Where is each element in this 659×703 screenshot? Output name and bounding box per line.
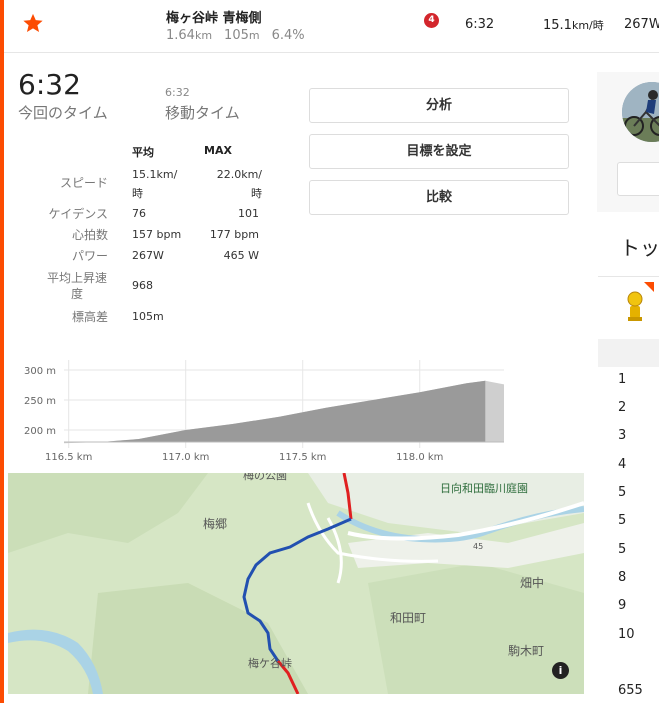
leaderboard-rank: 5 <box>618 542 627 557</box>
top-results-heading: トッ <box>620 236 659 260</box>
chart-x-tick-label: 118.0 km <box>396 452 443 463</box>
leaderboard-rank: 9 <box>618 598 627 613</box>
moving-time-label: 移動タイム <box>165 104 240 122</box>
stat-label-cadence: ケイデンス <box>48 207 108 221</box>
stat-max-cadence: 101 <box>238 207 259 220</box>
avg-column-header: 平均 <box>132 146 154 159</box>
chart-y-tick-label: 300 m <box>24 366 56 377</box>
rank-badge: 4 <box>424 13 439 28</box>
elevation-chart[interactable]: 300 m 250 m 200 m 116.5 km 117.0 km 117.5 km 1… <box>14 356 514 466</box>
segment-elevation: 105 <box>224 28 249 43</box>
stat-avg-elev-diff: 105m <box>132 310 164 323</box>
chart-x-tick-label: 117.0 km <box>162 452 209 463</box>
segment-header-row[interactable]: 梅ヶ谷峠 青梅側 1.64km 105m 6.4% 4 6:32 15.1km/時 … <box>4 0 659 53</box>
leaderboard-header <box>598 339 659 367</box>
stat-max-speed: 22.0km/時 <box>216 168 262 200</box>
athlete-action-input[interactable] <box>617 162 659 196</box>
star-icon[interactable] <box>22 12 44 34</box>
stat-label-elev-diff: 標高差 <box>71 310 108 324</box>
divider <box>598 276 659 277</box>
stat-avg-vam: 968 <box>132 279 153 292</box>
set-goal-button[interactable]: 目標を設定 <box>309 134 569 169</box>
leaderboard-rank: 5 <box>618 485 627 500</box>
stat-label-heartrate: 心拍数 <box>71 228 108 242</box>
map-label: 梅ケ谷峠 <box>248 656 292 670</box>
leaderboard-rank: 2 <box>618 400 627 415</box>
map-label: 畑中 <box>520 575 544 590</box>
stat-label-speed: スピード <box>59 176 108 190</box>
segment-stats: 1.64km 105m 6.4% <box>166 28 305 43</box>
stat-avg-heartrate: 157 bpm <box>132 228 182 241</box>
segment-distance: 1.64 <box>166 28 195 43</box>
stat-label-vam: 平均上昇速度 <box>46 271 107 301</box>
stat-max-heartrate: 177 bpm <box>209 228 259 241</box>
moving-time-value: 6:32 <box>165 86 190 99</box>
elapsed-time-label: 今回のタイム <box>18 104 108 122</box>
leaderboard-rank-self: 655 <box>618 683 643 698</box>
map-label: 和田町 <box>390 611 426 625</box>
chart-x-tick-label: 116.5 km <box>45 452 92 463</box>
header-time: 6:32 <box>465 17 495 32</box>
header-power: 267W <box>624 17 659 32</box>
map-label: 梅郷 <box>203 516 227 531</box>
segment-name[interactable]: 梅ヶ谷峠 青梅側 <box>166 7 262 26</box>
map-label: 梅の公園 <box>243 473 287 482</box>
map-label: 45 <box>473 542 483 551</box>
compare-button[interactable]: 比較 <box>309 180 569 215</box>
map-label: 駒木町 <box>508 644 544 658</box>
activity-accent-bar <box>0 0 4 703</box>
max-column-header: MAX <box>204 144 232 157</box>
header-speed: 15.1km/時 <box>543 18 604 33</box>
analyze-button[interactable]: 分析 <box>309 88 569 123</box>
leaderboard-rank: 10 <box>618 627 635 642</box>
stat-avg-power: 267W <box>132 249 164 262</box>
stat-label-power: パワー <box>71 249 108 263</box>
leaderboard-rank: 8 <box>618 570 627 585</box>
map-info-icon[interactable]: i <box>552 662 569 679</box>
leaderboard-rank: 4 <box>618 457 627 472</box>
chart-x-tick-label: 117.5 km <box>279 452 326 463</box>
stat-avg-cadence: 76 <box>132 207 146 220</box>
kom-crown-icon <box>627 282 654 321</box>
map-label: 日向和田臨川庭園 <box>440 481 528 495</box>
segment-grade: 6.4% <box>271 28 305 43</box>
map-canvas[interactable]: 梅の公園 日向和田臨川庭園 梅郷 45 畑中 和田町 駒木町 梅ケ谷峠 <box>8 473 584 694</box>
elapsed-time-value: 6:32 <box>18 68 81 101</box>
chart-y-tick-label: 250 m <box>24 396 56 407</box>
leaderboard-rank: 1 <box>618 372 627 387</box>
chart-y-tick-label: 200 m <box>24 426 56 437</box>
segment-map[interactable]: 梅の公園 日向和田臨川庭園 梅郷 45 畑中 和田町 駒木町 梅ケ谷峠 <box>8 473 584 694</box>
stat-avg-speed: 15.1km/時 <box>132 168 178 200</box>
stat-max-power: 465 W <box>223 249 259 262</box>
leaderboard-rank: 5 <box>618 513 627 528</box>
elevation-area-segment <box>101 380 486 442</box>
leaderboard-rank: 3 <box>618 428 627 443</box>
